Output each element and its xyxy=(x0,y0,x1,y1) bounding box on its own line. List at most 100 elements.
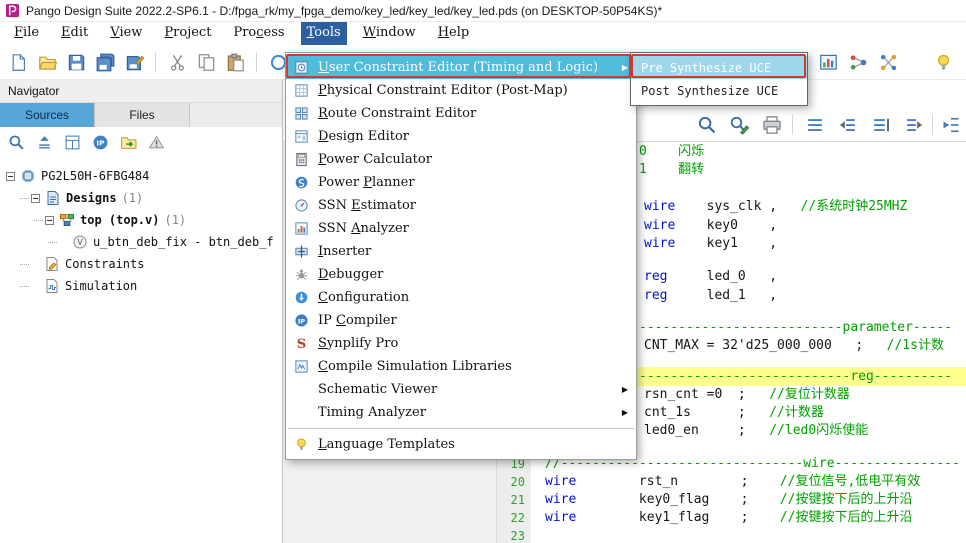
blank-icon xyxy=(294,382,309,397)
tree-item-u-btn-deb-fix-btn-deb-f[interactable]: Vu_btn_deb_fix - btn_deb_f xyxy=(0,231,282,253)
expand-toggle[interactable] xyxy=(45,216,54,225)
cut-button[interactable] xyxy=(165,50,189,74)
paste-button[interactable] xyxy=(223,50,247,74)
menu-item-user-constraint-editor-timing-and-logic[interactable]: User Constraint Editor (Timing and Logic… xyxy=(286,56,636,79)
menubar-item-window[interactable]: Window xyxy=(357,22,422,45)
menubar-item-process[interactable]: Process xyxy=(227,22,290,45)
tree-item-designs[interactable]: Designs(1) xyxy=(0,187,282,209)
menu-item-ssn-estimator[interactable]: SSN Estimator xyxy=(286,194,636,217)
submenu-item-post-synthesize-uce[interactable]: Post Synthesize UCE xyxy=(631,79,807,102)
list-1-button[interactable] xyxy=(803,113,827,137)
nav-expand-icon xyxy=(36,134,53,151)
window-title: Pango Design Suite 2022.2-SP6.1 - D:/fpg… xyxy=(26,4,662,18)
menu-item-language-templates[interactable]: Language Templates xyxy=(286,433,636,456)
menu-item-synplify-pro[interactable]: SSynplify Pro xyxy=(286,332,636,355)
svg-text:V: V xyxy=(77,238,83,248)
search-button[interactable] xyxy=(695,113,719,137)
nav-grid-button[interactable] xyxy=(64,134,81,151)
title-bar: Pango Design Suite 2022.2-SP6.1 - D:/fpg… xyxy=(0,0,966,22)
code-comment: //复位信号,低电平有效 xyxy=(749,474,921,489)
chip-icon xyxy=(20,168,36,184)
menubar-item-tools[interactable]: Tools xyxy=(301,22,347,45)
menu-item-configuration[interactable]: Configuration xyxy=(286,286,636,309)
menu-item-ssn-analyzer[interactable]: SSN Analyzer xyxy=(286,217,636,240)
code-text: led_0 , xyxy=(667,269,777,284)
open-folder-icon xyxy=(38,53,57,72)
nav-search-button[interactable] xyxy=(8,134,25,151)
expand-toggle[interactable] xyxy=(6,172,15,181)
save-edit-button[interactable] xyxy=(122,50,146,74)
tree-item-top-top-v[interactable]: top (top.v)(1) xyxy=(0,209,282,231)
new-doc-button[interactable] xyxy=(6,50,30,74)
code-line: CNT_MAX = 32'd25_000_000 ; //1s计数 xyxy=(644,337,944,355)
tree-item-simulation[interactable]: Simulation xyxy=(0,275,282,297)
m-syn-icon: S xyxy=(294,336,309,351)
menubar-item-help[interactable]: Help xyxy=(432,22,476,45)
code-text: key0_flag ; xyxy=(576,492,748,507)
list-4-button[interactable] xyxy=(902,113,926,137)
menu-item-route-constraint-editor[interactable]: Route Constraint Editor xyxy=(286,102,636,125)
chart-window-button[interactable] xyxy=(816,50,840,74)
save-all-button[interactable] xyxy=(93,50,117,74)
menu-item-label: Schematic Viewer xyxy=(318,382,616,397)
indent-r-button[interactable] xyxy=(939,113,963,137)
menu-item-timing-analyzer[interactable]: Timing Analyzer▶ xyxy=(286,401,636,424)
menu-item-schematic-viewer[interactable]: Schematic Viewer▶ xyxy=(286,378,636,401)
tree-item-constraints[interactable]: Constraints xyxy=(0,253,282,275)
menubar-item-view[interactable]: View xyxy=(104,22,148,45)
submenu-item-pre-synthesize-uce[interactable]: Pre Synthesize UCE xyxy=(631,56,807,79)
menubar-item-edit[interactable]: Edit xyxy=(55,22,94,45)
folder-export-icon xyxy=(120,134,137,151)
m-config-icon xyxy=(294,290,309,305)
m-uce-icon xyxy=(294,60,309,75)
copy-button[interactable] xyxy=(194,50,218,74)
list-3-button[interactable] xyxy=(869,113,893,137)
menu-item-power-calculator[interactable]: Power Calculator xyxy=(286,148,636,171)
cut-icon xyxy=(168,53,187,72)
menu-item-design-editor[interactable]: Design Editor xyxy=(286,125,636,148)
tree-item-label: PG2L50H-6FBG484 xyxy=(41,169,149,183)
tree-item-label: u_btn_deb_fix - btn_deb_f xyxy=(93,235,274,249)
menu-item-ip-compiler[interactable]: IPIP Compiler xyxy=(286,309,636,332)
tech-viewer-button[interactable] xyxy=(876,50,900,74)
tab-sources[interactable]: Sources xyxy=(0,103,95,127)
menu-item-inserter[interactable]: Inserter xyxy=(286,240,636,263)
save-button[interactable] xyxy=(64,50,88,74)
menubar-item-project[interactable]: Project xyxy=(158,22,217,45)
search-edit-icon xyxy=(729,115,749,135)
menubar-item-file[interactable]: File xyxy=(8,22,45,45)
warning-button[interactable] xyxy=(148,134,165,151)
code-comment: //复位计数器 xyxy=(746,387,850,402)
open-folder-button[interactable] xyxy=(35,50,59,74)
menu-item-physical-constraint-editor-post-map[interactable]: Physical Constraint Editor (Post-Map) xyxy=(286,79,636,102)
code-line: reg led_1 , xyxy=(644,287,777,305)
print-button[interactable] xyxy=(760,113,784,137)
tab-files[interactable]: Files xyxy=(95,103,190,127)
navigator-toolbar: IP xyxy=(0,127,282,157)
rtl-viewer-button[interactable] xyxy=(846,50,870,74)
code-line: wire key1 , xyxy=(644,235,777,253)
menu-item-debugger[interactable]: Debugger xyxy=(286,263,636,286)
menu-item-label: Route Constraint Editor xyxy=(318,106,628,121)
nav-expand-button[interactable] xyxy=(36,134,53,151)
m-pce-icon xyxy=(294,83,309,98)
bulb-button[interactable] xyxy=(931,50,955,74)
code-text: led0_en ; xyxy=(644,423,746,438)
code-text: key1 , xyxy=(675,236,777,251)
folder-export-button[interactable] xyxy=(120,134,137,151)
menu-item-compile-simulation-libraries[interactable]: Compile Simulation Libraries xyxy=(286,355,636,378)
list-2-button[interactable] xyxy=(836,113,860,137)
ip-badge-button[interactable]: IP xyxy=(92,134,109,151)
menu-item-label: Configuration xyxy=(318,290,628,305)
menu-item-label: Power Planner xyxy=(318,175,628,190)
tree-item-pg2l50h-6fbg484[interactable]: PG2L50H-6FBG484 xyxy=(0,165,282,187)
m-de-icon xyxy=(294,129,309,144)
expand-toggle[interactable] xyxy=(31,194,40,203)
menu-item-power-planner[interactable]: Power Planner xyxy=(286,171,636,194)
code-comment: //led0闪烁使能 xyxy=(746,423,868,438)
code-comment: //系统时钟25MHZ xyxy=(777,199,907,214)
tech-viewer-icon xyxy=(879,53,898,72)
v-circle-icon: V xyxy=(72,234,88,250)
search-edit-button[interactable] xyxy=(727,113,751,137)
submenu-arrow-icon: ▶ xyxy=(622,63,628,72)
